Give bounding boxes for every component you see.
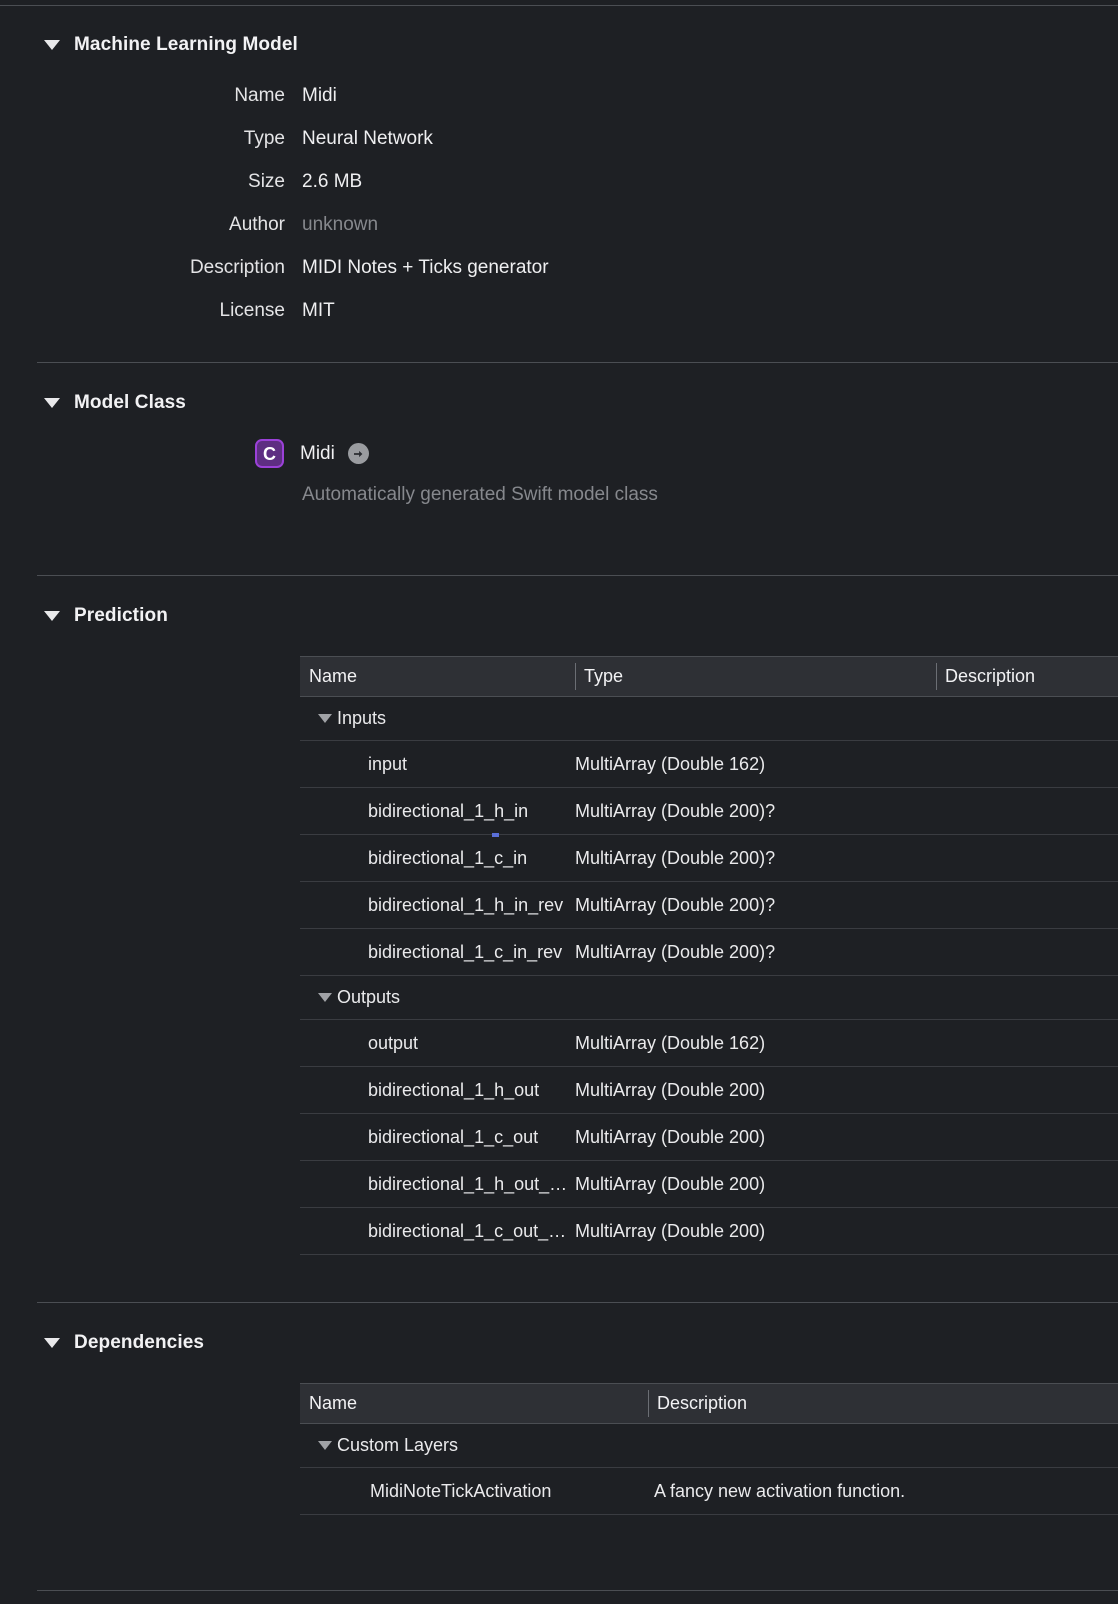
- table-row[interactable]: input MultiArray (Double 162): [300, 741, 1118, 788]
- field-value[interactable]: MIDI Notes + Ticks generator: [302, 257, 549, 279]
- column-header-type[interactable]: Type: [575, 657, 936, 696]
- column-header-name[interactable]: Name: [300, 1384, 648, 1423]
- field-label: Description: [189, 257, 285, 278]
- cell-name: bidirectional_1_c_out: [368, 1126, 539, 1147]
- field-label: Size: [248, 171, 285, 192]
- field-label: Name: [234, 85, 285, 106]
- table-row[interactable]: bidirectional_1_h_in MultiArray (Double …: [300, 788, 1118, 835]
- cell-name: output: [368, 1032, 419, 1053]
- section-header-prediction[interactable]: Prediction: [44, 605, 168, 627]
- cell-name: input: [368, 753, 408, 774]
- section-title: Model Class: [74, 392, 186, 413]
- field-row-name: Name Midi: [0, 85, 1118, 111]
- section-header-dependencies[interactable]: Dependencies: [44, 1332, 204, 1354]
- table-header-row: Name Type Description: [300, 656, 1118, 697]
- table-row[interactable]: MidiNoteTickActivation A fancy new activ…: [300, 1468, 1118, 1515]
- table-row[interactable]: bidirectional_1_h_in_rev MultiArray (Dou…: [300, 882, 1118, 929]
- cell-type: MultiArray (Double 200): [575, 1220, 766, 1241]
- table-group-row-outputs[interactable]: Outputs: [300, 976, 1118, 1020]
- section-title: Dependencies: [74, 1332, 205, 1353]
- triangle-down-icon[interactable]: [44, 1338, 60, 1348]
- table-filler: [300, 1515, 1118, 1545]
- triangle-down-icon[interactable]: [318, 1441, 332, 1450]
- section-title: Prediction: [74, 605, 168, 626]
- cell-name: bidirectional_1_h_in: [368, 800, 529, 821]
- field-value[interactable]: Neural Network: [302, 128, 433, 150]
- coreml-model-inspector: Machine Learning Model Name Midi Type Ne…: [0, 0, 1118, 1604]
- section-header-machine-learning-model[interactable]: Machine Learning Model: [44, 34, 298, 56]
- field-row-author: Author unknown: [0, 214, 1118, 240]
- cell-type: MultiArray (Double 200)?: [575, 894, 776, 915]
- cell-name: bidirectional_1_h_out_rev: [368, 1173, 575, 1194]
- cell-type: MultiArray (Double 200)?: [575, 800, 776, 821]
- table-row[interactable]: bidirectional_1_h_out_rev MultiArray (Do…: [300, 1161, 1118, 1208]
- class-badge-icon: C: [255, 439, 284, 468]
- cell-type: MultiArray (Double 200)?: [575, 941, 776, 962]
- group-label: Custom Layers: [337, 1435, 459, 1455]
- cell-name: bidirectional_1_h_out: [368, 1079, 540, 1100]
- table-row[interactable]: bidirectional_1_c_out_rev MultiArray (Do…: [300, 1208, 1118, 1255]
- field-label: Type: [243, 128, 285, 149]
- section-title: Machine Learning Model: [74, 34, 298, 55]
- cell-type: MultiArray (Double 200): [575, 1126, 766, 1147]
- cell-name: bidirectional_1_h_in_rev: [368, 894, 564, 915]
- cell-type: MultiArray (Double 162): [575, 753, 766, 774]
- arrow-right-circle-icon[interactable]: [347, 443, 369, 464]
- cell-name: MidiNoteTickActivation: [370, 1480, 552, 1501]
- cell-type: MultiArray (Double 200): [575, 1079, 766, 1100]
- dependencies-table: Name Description Custom Layers MidiNoteT…: [300, 1383, 1118, 1545]
- group-label: Inputs: [337, 708, 387, 728]
- triangle-down-icon[interactable]: [44, 611, 60, 621]
- column-header-description[interactable]: Description: [936, 657, 1118, 696]
- prediction-table: Name Type Description Inputs input Multi…: [300, 656, 1118, 1285]
- table-group-row-inputs[interactable]: Inputs: [300, 697, 1118, 741]
- cell-type: MultiArray (Double 200)?: [575, 847, 776, 868]
- field-label: Author: [229, 214, 285, 235]
- table-group-row-custom-layers[interactable]: Custom Layers: [300, 1424, 1118, 1468]
- triangle-down-icon[interactable]: [44, 398, 60, 408]
- cell-name: bidirectional_1_c_out_rev: [368, 1220, 574, 1241]
- group-cell: Custom Layers: [300, 1435, 458, 1456]
- divider-bottom: [37, 1590, 1118, 1591]
- field-value[interactable]: 2.6 MB: [302, 171, 362, 193]
- field-row-size: Size 2.6 MB: [0, 171, 1118, 197]
- table-filler: [300, 1255, 1118, 1285]
- group-cell: Outputs: [300, 987, 400, 1008]
- cell-name: bidirectional_1_c_in: [368, 847, 528, 868]
- section-header-model-class[interactable]: Model Class: [44, 392, 186, 414]
- field-row-license: License MIT: [0, 300, 1118, 326]
- triangle-down-icon[interactable]: [44, 40, 60, 50]
- field-label: License: [219, 300, 286, 321]
- cell-type: MultiArray (Double 162): [575, 1032, 766, 1053]
- table-row[interactable]: bidirectional_1_h_out MultiArray (Double…: [300, 1067, 1118, 1114]
- column-header-description[interactable]: Description: [648, 1384, 1118, 1423]
- field-row-description: Description MIDI Notes + Ticks generator: [0, 257, 1118, 283]
- divider-top: [0, 5, 1118, 6]
- divider-model-class: [37, 362, 1118, 363]
- cell-name: bidirectional_1_c_in_rev: [368, 941, 563, 962]
- field-value[interactable]: Midi: [302, 85, 337, 107]
- table-row[interactable]: bidirectional_1_c_in MultiArray (Double …: [300, 835, 1118, 882]
- table-row[interactable]: output MultiArray (Double 162): [300, 1020, 1118, 1067]
- triangle-down-icon[interactable]: [318, 714, 332, 723]
- model-class-subtitle: Automatically generated Swift model clas…: [302, 484, 658, 505]
- model-class-entry[interactable]: C Midi: [255, 439, 369, 468]
- cell-type: MultiArray (Double 200): [575, 1173, 766, 1194]
- model-class-name: Midi: [300, 442, 335, 464]
- group-label: Outputs: [337, 987, 401, 1007]
- group-cell: Inputs: [300, 708, 386, 729]
- column-header-name[interactable]: Name: [300, 657, 575, 696]
- text-cursor-caret: [492, 833, 499, 837]
- divider-prediction: [37, 575, 1118, 576]
- table-row[interactable]: bidirectional_1_c_in_rev MultiArray (Dou…: [300, 929, 1118, 976]
- field-row-type: Type Neural Network: [0, 128, 1118, 154]
- table-header-row: Name Description: [300, 1383, 1118, 1424]
- cell-description: A fancy new activation function.: [654, 1480, 906, 1501]
- triangle-down-icon[interactable]: [318, 993, 332, 1002]
- table-row[interactable]: bidirectional_1_c_out MultiArray (Double…: [300, 1114, 1118, 1161]
- field-value[interactable]: unknown: [302, 214, 378, 236]
- divider-dependencies: [37, 1302, 1118, 1303]
- field-value[interactable]: MIT: [302, 300, 335, 322]
